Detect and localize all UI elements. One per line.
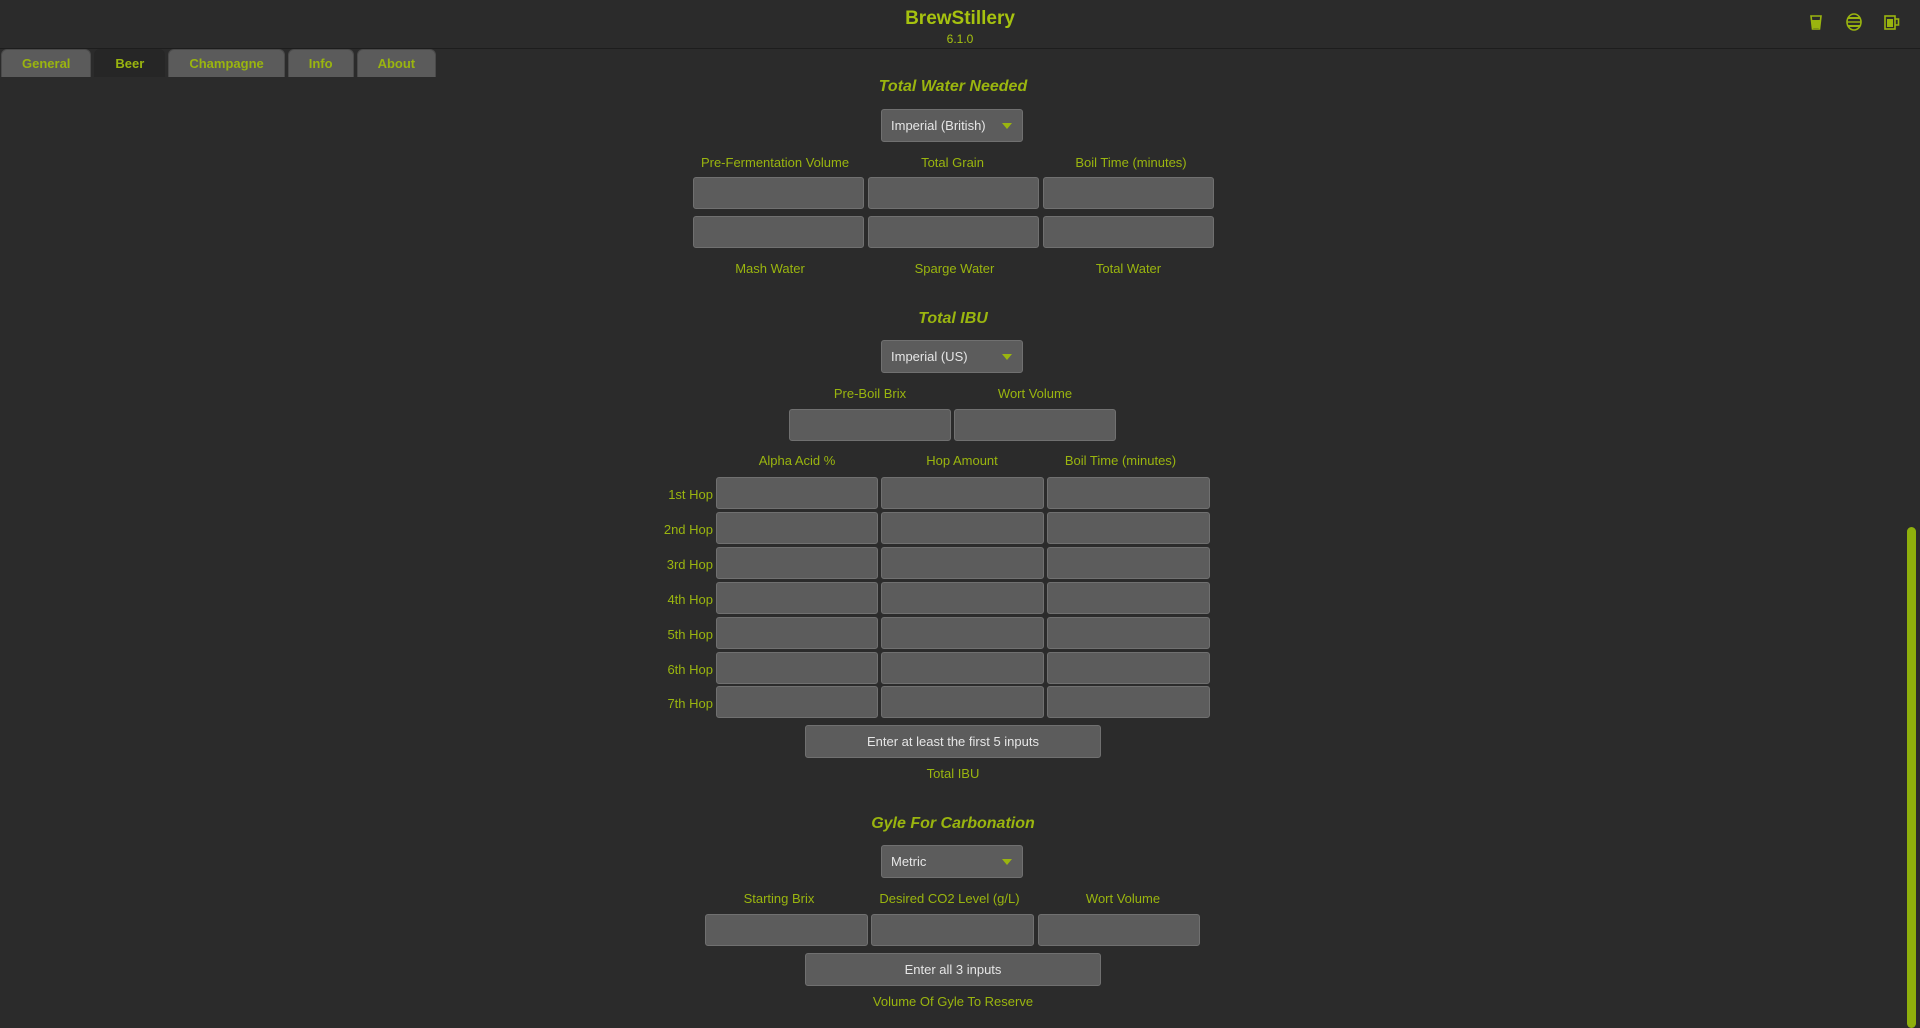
pre-boil-brix-label: Pre-Boil Brix [833,386,907,401]
beer-mug-icon[interactable] [1882,12,1902,32]
hop-4-alpha-input[interactable] [716,582,878,614]
hop-5-boil-input[interactable] [1047,617,1210,649]
hop-3-alpha-input[interactable] [716,547,878,579]
gyle-unit-value: Metric [891,854,927,869]
sparge-water-label: Sparge Water [914,261,995,276]
hop-6-alpha-input[interactable] [716,652,878,684]
scrollbar-thumb[interactable] [1907,527,1916,1028]
hop-row-label: 6th Hop [667,662,713,677]
hop-1-alpha-input[interactable] [716,477,878,509]
hop-4-amount-input[interactable] [881,582,1044,614]
app-header: BrewStillery 6.1.0 [0,0,1920,49]
ibu-unit-value: Imperial (US) [891,349,968,364]
water-section-title: Total Water Needed [878,78,1028,95]
water-unit-value: Imperial (British) [891,118,986,133]
gyle-unit-select[interactable]: Metric [881,845,1023,878]
ibu-wort-volume-input[interactable] [954,409,1116,441]
hop-5-amount-input[interactable] [881,617,1044,649]
starting-brix-label: Starting Brix [743,891,815,906]
tab-champagne[interactable]: Champagne [168,49,285,77]
ibu-section-title: Total IBU [918,310,988,327]
app-title: BrewStillery [905,8,1015,29]
hop-amount-label: Hop Amount [926,453,998,468]
pre-ferm-volume-input[interactable] [693,177,864,209]
chevron-down-icon [1002,123,1012,129]
chevron-down-icon [1002,859,1012,865]
hop-5-alpha-input[interactable] [716,617,878,649]
hop-1-amount-input[interactable] [881,477,1044,509]
tab-info[interactable]: Info [287,49,354,77]
barrel-icon[interactable] [1844,12,1864,32]
pre-boil-brix-input[interactable] [789,409,951,441]
tab-bar: General Beer Champagne Info About [1,49,437,77]
hop-1-boil-input[interactable] [1047,477,1210,509]
hop-row-label: 2nd Hop [663,522,713,537]
ibu-wort-volume-label: Wort Volume [997,386,1073,401]
gyle-volume-result: Volume Of Gyle To Reserve [872,994,1034,1009]
hop-boil-time-label: Boil Time (minutes) [1064,453,1177,468]
hop-6-amount-input[interactable] [881,652,1044,684]
starting-brix-input[interactable] [705,914,868,946]
hop-7-alpha-input[interactable] [716,686,878,718]
hop-row-label: 1st Hop [668,487,713,502]
beer-glass-icon[interactable] [1806,12,1826,32]
total-ibu-result: Total IBU [926,766,980,781]
total-grain-label: Total Grain [921,155,984,170]
hop-2-amount-input[interactable] [881,512,1044,544]
hop-7-amount-input[interactable] [881,686,1044,718]
co2-level-label: Desired CO2 Level (g/L) [879,891,1020,906]
total-water-label: Total Water [1095,261,1162,276]
header-icons [1806,12,1902,32]
hop-2-alpha-input[interactable] [716,512,878,544]
hop-4-boil-input[interactable] [1047,582,1210,614]
alpha-acid-label: Alpha Acid % [758,453,836,468]
co2-level-input[interactable] [871,914,1034,946]
total-grain-input[interactable] [868,177,1039,209]
chevron-down-icon [1002,354,1012,360]
tab-general[interactable]: General [1,49,92,77]
mash-water-label: Mash Water [735,261,805,276]
pre-ferm-volume-label: Pre-Fermentation Volume [700,155,850,170]
tab-beer[interactable]: Beer [94,49,166,77]
gyle-section-title: Gyle For Carbonation [871,815,1035,832]
hop-2-boil-input[interactable] [1047,512,1210,544]
hop-7-boil-input[interactable] [1047,686,1210,718]
hop-row-label: 7th Hop [667,696,713,711]
app-version: 6.1.0 [946,32,974,46]
water-boil-time-input[interactable] [1043,177,1214,209]
vertical-scrollbar[interactable] [1904,49,1920,1028]
tab-about[interactable]: About [356,49,437,77]
hop-3-boil-input[interactable] [1047,547,1210,579]
hop-row-label: 4th Hop [667,592,713,607]
calculate-gyle-button[interactable]: Enter all 3 inputs [805,953,1101,986]
water-unit-select[interactable]: Imperial (British) [881,109,1023,142]
calculate-ibu-button[interactable]: Enter at least the first 5 inputs [805,725,1101,758]
total-water-output[interactable] [1043,216,1214,248]
hop-row-label: 5th Hop [667,627,713,642]
mash-water-output[interactable] [693,216,864,248]
hop-3-amount-input[interactable] [881,547,1044,579]
hop-6-boil-input[interactable] [1047,652,1210,684]
hop-row-label: 3rd Hop [666,557,713,572]
water-boil-time-label: Boil Time (minutes) [1075,155,1187,170]
ibu-unit-select[interactable]: Imperial (US) [881,340,1023,373]
sparge-water-output[interactable] [868,216,1039,248]
gyle-wort-volume-input[interactable] [1038,914,1200,946]
gyle-wort-volume-label: Wort Volume [1085,891,1161,906]
